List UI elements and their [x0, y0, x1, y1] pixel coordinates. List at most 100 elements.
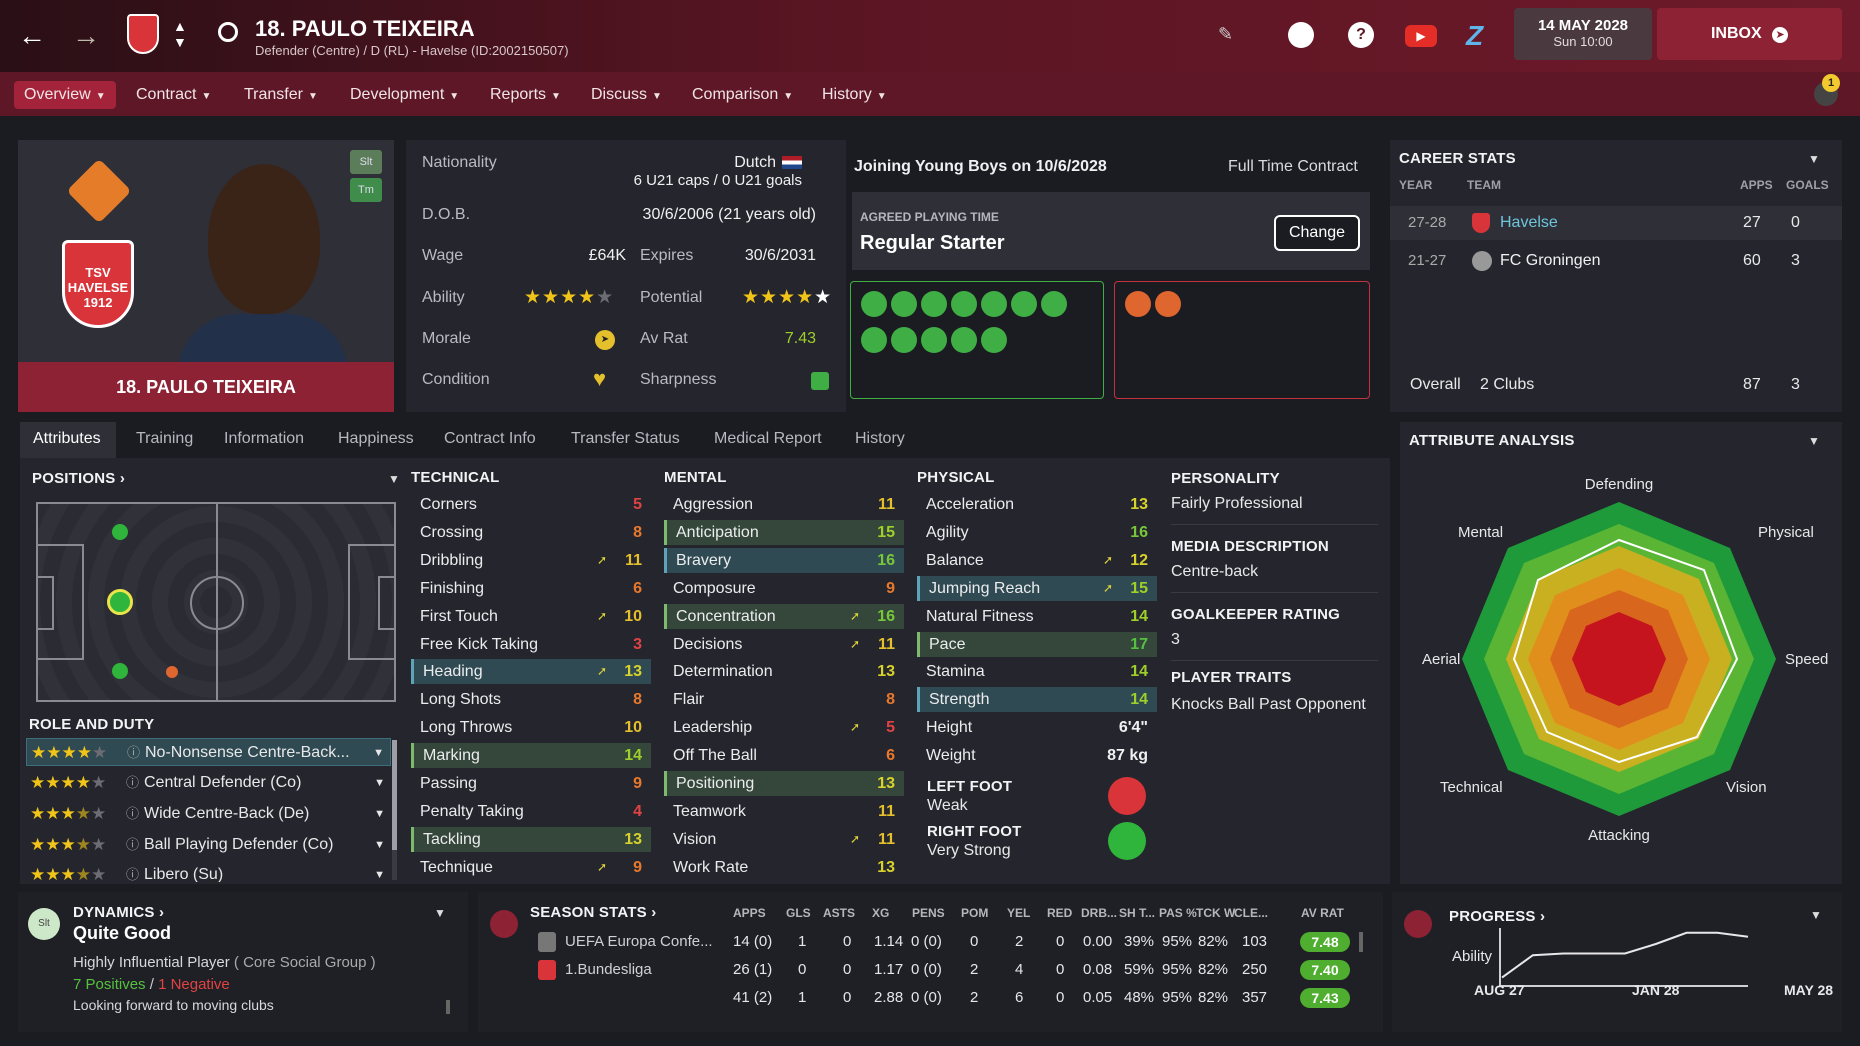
season-col-header[interactable]: YEL	[1007, 906, 1030, 920]
nav-history[interactable]: History ▼	[818, 81, 891, 109]
chevron-down-icon[interactable]: ▼	[374, 862, 385, 882]
season-col-header[interactable]: PAS %	[1159, 906, 1197, 920]
chevron-down-icon[interactable]: ▼	[374, 769, 385, 797]
attribute-row[interactable]: Bravery 16	[664, 547, 904, 573]
tag-tm[interactable]: Tm	[350, 178, 382, 202]
role-row[interactable]: ★★★★★ ⓘ Ball Playing Defender (Co) ▼	[26, 831, 391, 859]
season-col-header[interactable]: TCK W	[1196, 906, 1235, 920]
tag-slt[interactable]: Slt	[350, 150, 382, 174]
chevron-down-icon[interactable]: ▼	[373, 739, 384, 767]
inbox-button[interactable]: INBOX ➤	[1657, 8, 1842, 60]
tab-information[interactable]: Information	[224, 430, 304, 448]
season-competition[interactable]: UEFA Europa Confe...	[565, 933, 713, 950]
positives-negatives[interactable]: 7 Positives / 1 Negative	[73, 976, 230, 993]
nav-reports[interactable]: Reports ▼	[486, 81, 565, 109]
nav-contract[interactable]: Contract ▼	[132, 81, 215, 109]
tab-happiness[interactable]: Happiness	[338, 430, 414, 448]
info-icon[interactable]: ⓘ	[126, 769, 139, 797]
change-button[interactable]: Change	[1274, 215, 1360, 251]
season-col-header[interactable]: GLS	[786, 906, 811, 920]
career-row[interactable]: 21-27 FC Groningen 60 3	[1390, 244, 1842, 278]
attribute-row[interactable]: Vision 11 ➚	[664, 827, 904, 852]
attribute-row[interactable]: Technique 9 ➚	[411, 855, 651, 880]
career-team[interactable]: FC Groningen	[1500, 252, 1601, 270]
role-row[interactable]: ★★★★★ ⓘ Wide Centre-Back (De) ▼	[26, 800, 391, 828]
season-col-header[interactable]: DRB...	[1081, 906, 1117, 920]
career-row[interactable]: 27-28 Havelse 27 0	[1390, 206, 1842, 240]
nav-transfer[interactable]: Transfer ▼	[240, 81, 322, 109]
attribute-row[interactable]: Dribbling 11 ➚	[411, 548, 651, 573]
season-col-header[interactable]: AV RAT	[1301, 906, 1344, 920]
season-col-header[interactable]: SH T...	[1119, 906, 1155, 920]
search-icon[interactable]	[218, 22, 238, 42]
season-col-header[interactable]: ASTS	[823, 906, 855, 920]
youtube-icon[interactable]: ▶	[1405, 25, 1437, 47]
attribute-row[interactable]: Tackling 13	[411, 826, 651, 852]
attribute-row[interactable]: Concentration 16 ➚	[664, 603, 904, 629]
attribute-row[interactable]: Flair 8	[664, 687, 904, 712]
scroll-thumb[interactable]	[1359, 932, 1363, 952]
position-dot-primary[interactable]	[107, 589, 133, 615]
tab-contract-info[interactable]: Contract Info	[444, 430, 536, 448]
role-row-selected[interactable]: ★★★★★ ⓘ No-Nonsense Centre-Back... ▼	[26, 738, 391, 766]
role-row[interactable]: ★★★★★ ⓘ Libero (Su) ▼	[26, 862, 391, 882]
info-icon[interactable]: ⓘ	[126, 800, 139, 828]
forward-icon[interactable]: →	[72, 22, 100, 50]
nav-overview[interactable]: Overview ▼	[14, 81, 116, 109]
tab-medical-report[interactable]: Medical Report	[714, 430, 822, 448]
attribute-row[interactable]: Penalty Taking 4	[411, 799, 651, 824]
attribute-row[interactable]: Weight 87 kg	[917, 743, 1157, 768]
position-dot-weak[interactable]	[166, 666, 178, 678]
position-dot[interactable]	[112, 524, 128, 540]
attribute-row[interactable]: Positioning 13	[664, 771, 904, 796]
attribute-row[interactable]: Teamwork 11	[664, 799, 904, 824]
attribute-row[interactable]: Pace 17	[917, 631, 1157, 657]
season-col-header[interactable]: POM	[961, 906, 988, 920]
attribute-row[interactable]: Agility 16	[917, 520, 1157, 545]
scroll-thumb[interactable]	[392, 740, 397, 850]
attribute-row[interactable]: Corners 5	[411, 492, 651, 517]
chevron-down-icon[interactable]: ▼	[434, 906, 446, 920]
season-col-header[interactable]: CLE...	[1234, 906, 1268, 920]
attribute-row[interactable]: Acceleration 13	[917, 492, 1157, 517]
attribute-row[interactable]: Natural Fitness 14	[917, 604, 1157, 629]
attribute-row[interactable]: Composure 9	[664, 576, 904, 601]
attribute-row[interactable]: Decisions 11 ➚	[664, 632, 904, 657]
attribute-row[interactable]: Balance 12 ➚	[917, 548, 1157, 573]
player-switch-icon[interactable]: ▲ ▼	[173, 18, 187, 50]
role-row[interactable]: ★★★★★ ⓘ Central Defender (Co) ▼	[26, 769, 391, 797]
attribute-row[interactable]: Off The Ball 6	[664, 743, 904, 768]
date-box[interactable]: 14 MAY 2028 Sun 10:00	[1514, 8, 1652, 60]
tab-attributes-label[interactable]: Attributes	[33, 430, 101, 448]
attribute-row[interactable]: Marking 14	[411, 743, 651, 769]
positions-title[interactable]: POSITIONS ›	[32, 470, 125, 487]
chevron-down-icon[interactable]: ▼	[374, 800, 385, 828]
season-col-header[interactable]: APPS	[733, 906, 766, 920]
progress-title[interactable]: PROGRESS ›	[1449, 908, 1545, 925]
position-dot[interactable]	[112, 663, 128, 679]
season-stats-title[interactable]: SEASON STATS ›	[530, 904, 656, 921]
chevron-down-icon[interactable]: ▼	[1810, 908, 1822, 922]
attribute-row[interactable]: Leadership 5 ➚	[664, 715, 904, 740]
globe-icon[interactable]	[1288, 22, 1314, 48]
attribute-row[interactable]: Long Throws 10	[411, 715, 651, 740]
info-icon[interactable]: ⓘ	[126, 831, 139, 859]
season-col-header[interactable]: RED	[1047, 906, 1072, 920]
attribute-row[interactable]: Aggression 11	[664, 492, 904, 517]
nav-development[interactable]: Development ▼	[346, 81, 463, 109]
back-icon[interactable]: ←	[18, 22, 46, 50]
season-competition[interactable]: 1.Bundesliga	[565, 961, 652, 978]
attribute-row[interactable]: Work Rate 13	[664, 855, 904, 880]
scroll-thumb[interactable]	[446, 1000, 450, 1014]
tab-transfer-status[interactable]: Transfer Status	[571, 430, 680, 448]
chevron-down-icon[interactable]: ▼	[1808, 152, 1820, 166]
tab-training[interactable]: Training	[136, 430, 193, 448]
attribute-row[interactable]: Jumping Reach 15 ➚	[917, 575, 1157, 601]
attribute-row[interactable]: Anticipation 15	[664, 519, 904, 545]
help-icon[interactable]: ?	[1348, 22, 1374, 48]
season-col-header[interactable]: PENS	[912, 906, 945, 920]
attribute-row[interactable]: Free Kick Taking 3	[411, 632, 651, 657]
attribute-row[interactable]: Passing 9	[411, 771, 651, 796]
attribute-row[interactable]: Stamina 14	[917, 659, 1157, 684]
attribute-row[interactable]: Height 6'4"	[917, 715, 1157, 740]
